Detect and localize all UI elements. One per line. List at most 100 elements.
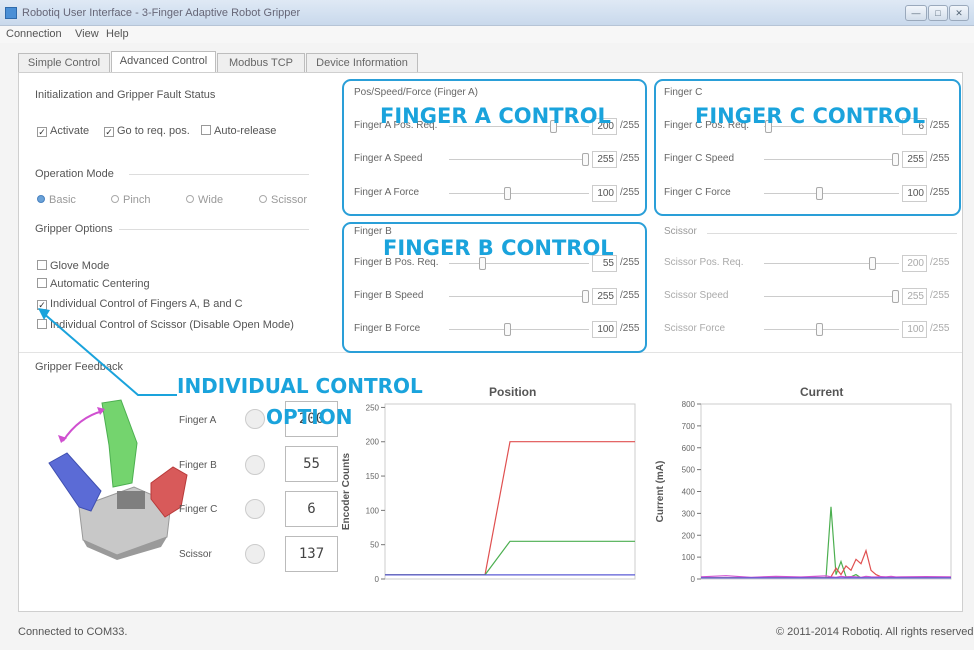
title-bar: Robotiq User Interface - 3-Finger Adapti… [0, 0, 974, 26]
tab-advanced-control[interactable]: Advanced Control [111, 51, 216, 72]
y-tick-label: 0 [691, 575, 696, 584]
auto-centering-label: Automatic Centering [50, 278, 150, 290]
slider-track [764, 329, 899, 330]
checkbox-icon [37, 260, 47, 270]
options-divider [119, 229, 309, 230]
autorelease-label: Auto-release [214, 125, 277, 137]
copyright-text: © 2011-2014 Robotiq. All rights reserved… [776, 626, 974, 638]
menu-help[interactable]: Help [106, 28, 129, 40]
options-section-title: Gripper Options [35, 223, 113, 235]
operation-section-title: Operation Mode [35, 168, 114, 180]
slider-max: /255 [930, 290, 950, 301]
glove-mode-label: Glove Mode [50, 260, 110, 272]
position-chart-title: Position [489, 385, 537, 399]
plot-area [384, 403, 636, 580]
mode-wide-radio[interactable]: Wide [186, 194, 223, 206]
mode-basic-radio[interactable]: Basic [37, 194, 76, 206]
feedback-label-scissor: Scissor [179, 549, 212, 560]
slider-value[interactable]: 200 [902, 255, 927, 272]
feedback-value-scissor: 137 [285, 536, 338, 572]
checkbox-icon [37, 278, 47, 288]
option-annotation: OPTION [266, 405, 353, 429]
y-tick-label: 100 [682, 553, 696, 562]
menu-view[interactable]: View [75, 28, 99, 40]
connection-status: Connected to COM33. [18, 626, 128, 638]
scissor-divider [707, 233, 957, 234]
y-tick-label: 800 [682, 400, 696, 409]
status-indicator [245, 544, 265, 564]
glove-mode-checkbox[interactable]: Glove Mode [37, 260, 109, 272]
goto-checkbox[interactable]: ✓ Go to req. pos. [104, 125, 190, 137]
minimize-button[interactable]: — [905, 5, 927, 21]
y-tick-label: 100 [366, 506, 380, 515]
mode-basic-label: Basic [49, 194, 76, 206]
tab-device-information[interactable]: Device Information [306, 53, 418, 72]
close-button[interactable]: ✕ [949, 5, 969, 21]
tab-simple-control[interactable]: Simple Control [18, 53, 110, 72]
finger-a-shape [48, 452, 102, 512]
activate-label: Activate [50, 125, 90, 137]
y-tick-label: 200 [366, 438, 380, 447]
y-tick-label: 700 [682, 422, 696, 431]
scissor-force-slider[interactable]: Scissor Force 100 /255 [664, 320, 956, 340]
radio-icon [186, 195, 194, 203]
current-chart-title: Current [800, 385, 844, 399]
autorelease-check-icon [201, 125, 211, 135]
scissor-group-title: Scissor [664, 226, 697, 237]
status-indicator [245, 409, 265, 429]
slider-value[interactable]: 100 [902, 321, 927, 338]
y-tick-label: 250 [366, 403, 380, 412]
slider-thumb[interactable] [869, 257, 876, 270]
finger-c-highlight-box [654, 79, 961, 216]
window-title: Robotiq User Interface - 3-Finger Adapti… [22, 7, 301, 19]
menu-connection[interactable]: Connection [6, 28, 62, 40]
current-chart: 0 100 200 300 400 500 600 700 800 Current (mA) [655, 400, 952, 584]
gripper-illustration [48, 399, 188, 560]
radio-selected-icon [37, 195, 45, 203]
app-window: Robotiq User Interface - 3-Finger Adapti… [0, 0, 974, 650]
y-tick-label: 50 [370, 541, 379, 550]
mode-scissor-radio[interactable]: Scissor [259, 194, 307, 206]
finger-c-annotation: FINGER C CONTROL [695, 104, 926, 128]
slider-thumb[interactable] [892, 290, 899, 303]
y-tick-label: 0 [375, 575, 380, 584]
tab-modbus-tcp[interactable]: Modbus TCP [217, 53, 305, 72]
y-tick-label: 300 [682, 509, 696, 518]
scissor-arrow-icon [62, 410, 104, 442]
goto-check-icon: ✓ [104, 127, 114, 137]
y-axis-label: Encoder Counts [341, 452, 352, 530]
slider-track [764, 263, 899, 264]
feedback-label-finger-c: Finger C [179, 504, 218, 515]
feedback-label-finger-a: Finger A [179, 415, 217, 426]
slider-label: Scissor Force [664, 323, 726, 334]
scissor-pos-slider[interactable]: Scissor Pos. Req. 200 /255 [664, 254, 956, 274]
annotation-arrow [38, 308, 177, 396]
maximize-button[interactable]: □ [928, 5, 948, 21]
y-tick-label: 150 [366, 472, 380, 481]
y-tick-label: 400 [682, 488, 696, 497]
slider-track [764, 296, 899, 297]
slider-label: Scissor Pos. Req. [664, 257, 744, 268]
feedback-label-finger-b: Finger B [179, 460, 217, 471]
mode-pinch-label: Pinch [123, 194, 151, 206]
y-axis-label: Current (mA) [655, 461, 666, 523]
init-section-title: Initialization and Gripper Fault Status [35, 89, 216, 101]
goto-label: Go to req. pos. [117, 125, 190, 137]
radio-icon [259, 195, 267, 203]
scissor-speed-slider[interactable]: Scissor Speed 255 /255 [664, 287, 956, 307]
finger-b-shape [101, 399, 138, 488]
individual-control-annotation: INDIVIDUAL CONTROL [177, 374, 423, 398]
feedback-value-finger-b: 55 [285, 446, 338, 482]
mode-pinch-radio[interactable]: Pinch [111, 194, 151, 206]
slider-thumb[interactable] [816, 323, 823, 336]
y-tick-label: 500 [682, 466, 696, 475]
auto-centering-checkbox[interactable]: Automatic Centering [37, 278, 150, 290]
radio-icon [111, 195, 119, 203]
slider-value[interactable]: 255 [902, 288, 927, 305]
slider-max: /255 [930, 323, 950, 334]
feedback-value-finger-c: 6 [285, 491, 338, 527]
autorelease-checkbox[interactable]: Auto-release [201, 125, 276, 137]
activate-checkbox[interactable]: ✓ Activate [37, 125, 89, 137]
status-indicator [245, 455, 265, 475]
plot-area [700, 403, 952, 580]
